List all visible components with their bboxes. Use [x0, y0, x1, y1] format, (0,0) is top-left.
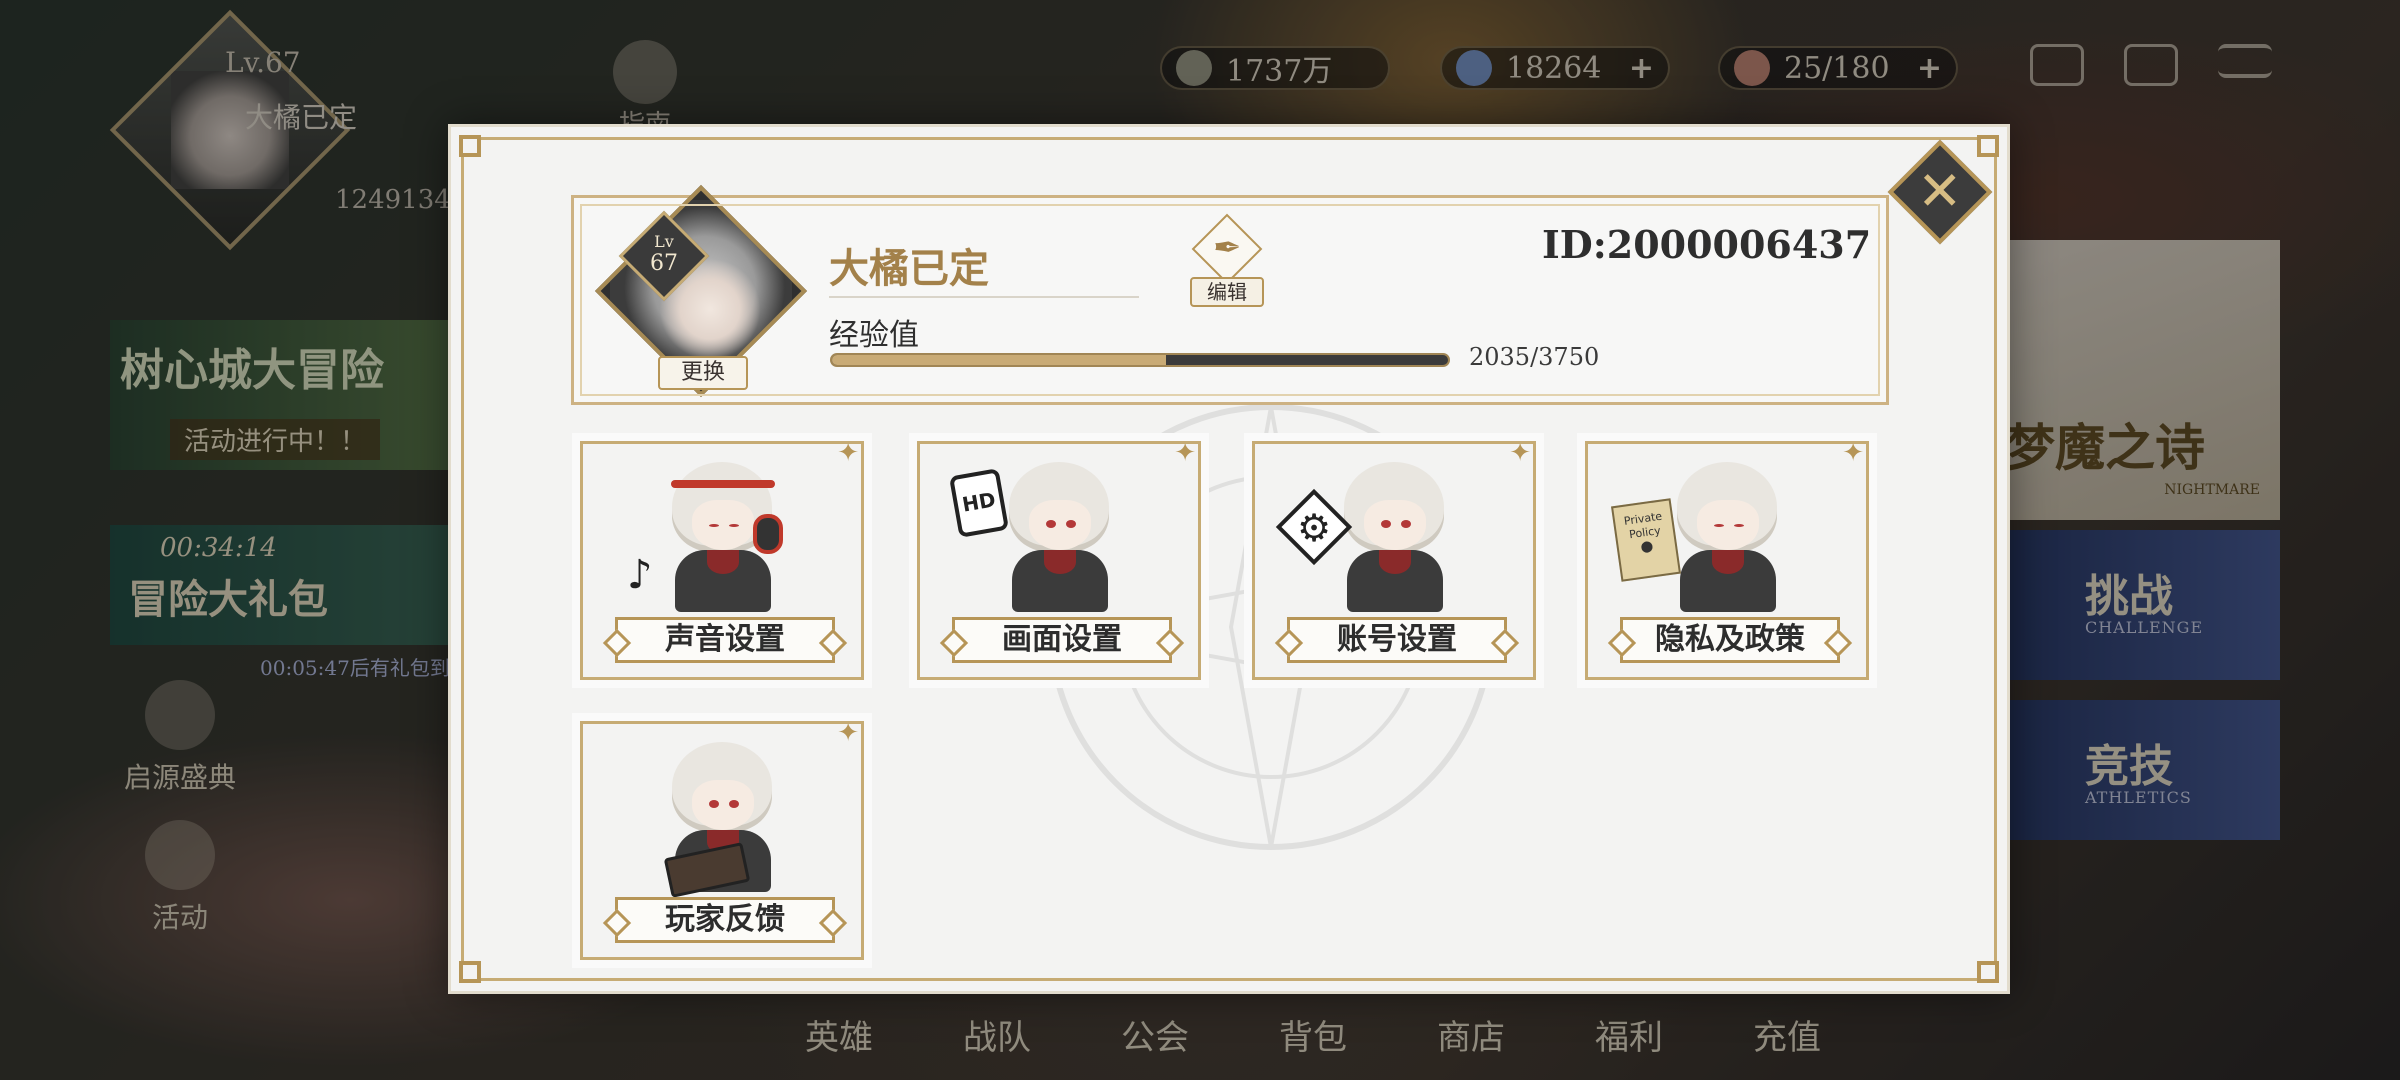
privacy-policy-tile[interactable]: ✦ Private Policy ⬤ 隐私及政策 — [1577, 433, 1877, 688]
feather-icon: ✒ — [1213, 228, 1242, 268]
sound-settings-tile[interactable]: ✦ ♪ 声音设置 — [572, 433, 872, 688]
feedback-label: 玩家反馈 — [615, 897, 835, 943]
sparkle-icon: ✦ — [1842, 441, 1864, 468]
clipboard-icon — [657, 742, 787, 898]
privacy-policy-scroll-icon: Private Policy ⬤ — [1611, 462, 1792, 612]
sparkle-icon: ✦ — [837, 721, 859, 748]
level-value: 67 — [650, 251, 678, 276]
corner-ornament — [1977, 135, 1999, 157]
exp-value: 2035/3750 — [1469, 343, 1600, 371]
change-avatar-button[interactable]: 更换 — [658, 356, 748, 390]
edit-label: 编辑 — [1190, 277, 1264, 307]
account-settings-tile[interactable]: ✦ ⚙ 账号设置 — [1244, 433, 1544, 688]
headphones-music-icon: ♪ — [627, 462, 787, 612]
sparkle-icon: ✦ — [1509, 441, 1531, 468]
graphics-settings-label: 画面设置 — [952, 617, 1172, 663]
exp-progress-fill — [832, 355, 1167, 365]
sparkle-icon: ✦ — [837, 441, 859, 468]
feedback-tile[interactable]: ✦ 玩家反馈 — [572, 713, 872, 968]
sparkle-icon: ✦ — [1174, 441, 1196, 468]
level-prefix: Lv — [654, 232, 674, 251]
exp-label: 经验值 — [829, 318, 919, 353]
close-x-icon: ✕ — [1917, 160, 1963, 223]
level-badge-text: Lv 67 — [632, 224, 696, 288]
hd-tablet-icon: HD — [948, 462, 1124, 612]
corner-ornament — [459, 135, 481, 157]
privacy-policy-label: 隐私及政策 — [1620, 617, 1840, 663]
exp-progress-bar — [830, 353, 1450, 367]
name-underline — [829, 296, 1139, 298]
account-settings-label: 账号设置 — [1287, 617, 1507, 663]
profile-card: Lv 67 更换 大橘已定 ✒ 编辑 ID:2000006437 经验值 203… — [571, 184, 1889, 405]
sound-settings-label: 声音设置 — [615, 617, 835, 663]
edit-name-button[interactable]: ✒ 编辑 — [1186, 213, 1266, 312]
settings-modal: ✕ Lv 67 更换 大橘已定 ✒ 编辑 ID:2000006437 经验值 2… — [448, 124, 2010, 994]
graphics-settings-tile[interactable]: ✦ HD 画面设置 — [909, 433, 1209, 688]
player-id: ID:2000006437 — [1542, 222, 1872, 267]
gear-card-icon: ⚙ — [1275, 462, 1459, 612]
corner-ornament — [1977, 961, 1999, 983]
corner-ornament — [459, 961, 481, 983]
player-name: 大橘已定 — [829, 245, 989, 292]
